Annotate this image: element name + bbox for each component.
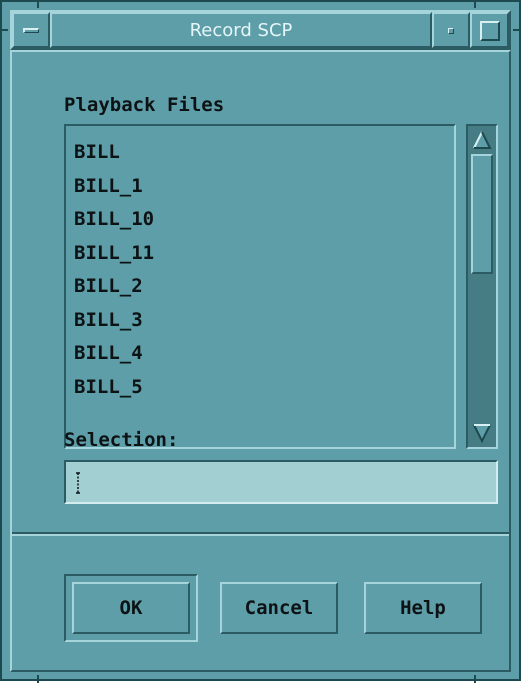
list-item[interactable]: BILL_2 [74, 270, 154, 304]
scroll-up-arrow-icon[interactable] [472, 130, 492, 150]
frame-resize-tick [37, 675, 39, 683]
dialog-body: Playback Files BILL BILL_1 BILL_10 BILL_… [10, 50, 511, 672]
list-item[interactable]: BILL_10 [74, 203, 154, 237]
minimize-icon [448, 28, 454, 34]
frame-resize-tick [37, 0, 39, 8]
list-item[interactable]: BILL_5 [74, 371, 154, 405]
ok-button[interactable]: OK [72, 582, 190, 634]
selection-label: Selection: [64, 429, 179, 451]
list-item[interactable]: BILL_11 [74, 237, 154, 271]
cancel-button[interactable]: Cancel [220, 582, 338, 634]
frame-resize-tick [474, 675, 476, 683]
file-list-items: BILL BILL_1 BILL_10 BILL_11 BILL_2 BILL_… [74, 136, 154, 404]
playback-files-label: Playback Files [64, 94, 225, 116]
dialog-window-frame: Record SCP Playback Files BILL BILL_1 BI… [0, 0, 521, 683]
maximize-button[interactable] [470, 12, 509, 48]
frame-resize-tick [0, 29, 8, 31]
title-area[interactable]: Record SCP [50, 12, 432, 48]
maximize-icon [480, 21, 500, 41]
separator [12, 532, 509, 536]
scroll-down-arrow-icon[interactable] [472, 423, 492, 443]
window-menu-icon [23, 28, 39, 33]
scroll-thumb[interactable] [471, 154, 493, 274]
frame-resize-tick [513, 29, 521, 31]
frame-resize-tick [474, 0, 476, 8]
window-menu-button[interactable] [12, 12, 50, 48]
list-item[interactable]: BILL_4 [74, 337, 154, 371]
title-bar[interactable]: Record SCP [10, 10, 511, 50]
playback-file-list[interactable]: BILL BILL_1 BILL_10 BILL_11 BILL_2 BILL_… [64, 124, 456, 449]
text-cursor-icon [76, 472, 80, 494]
minimize-button[interactable] [432, 12, 470, 48]
help-button[interactable]: Help [364, 582, 482, 634]
list-item[interactable]: BILL_1 [74, 170, 154, 204]
list-item[interactable]: BILL [74, 136, 154, 170]
vertical-scrollbar[interactable] [466, 124, 498, 449]
list-item[interactable]: BILL_3 [74, 304, 154, 338]
selection-input[interactable] [64, 460, 498, 504]
window-title: Record SCP [189, 19, 293, 41]
